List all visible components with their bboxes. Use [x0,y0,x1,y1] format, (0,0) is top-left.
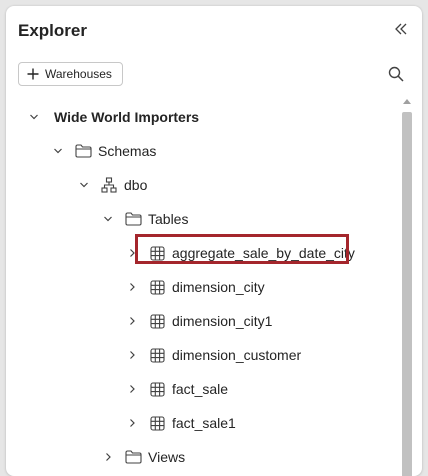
tree-item-label: dimension_city1 [172,313,273,329]
explorer-panel: Explorer Warehouses Wide World Importers [6,6,422,476]
plus-icon [27,68,39,80]
table-icon [148,278,166,296]
chevron-right-icon[interactable] [124,415,140,431]
tree-item-label: fact_sale1 [172,415,236,431]
panel-title: Explorer [18,21,87,40]
tree-item-label: dbo [124,177,148,193]
tree-item-label: Schemas [98,143,157,159]
chevron-down-icon[interactable] [26,109,42,125]
folder-icon [124,448,142,466]
chevron-right-icon[interactable] [124,279,140,295]
table-icon [148,244,166,262]
tree-item-table[interactable]: fact_sale [6,372,422,406]
tree-item-label: Views [148,449,186,465]
scroll-up-arrow-icon[interactable] [402,96,412,106]
folder-icon [74,142,92,160]
add-warehouses-label: Warehouses [45,67,112,81]
tree-item-schemas[interactable]: Schemas [6,134,422,168]
vertical-scrollbar[interactable] [400,94,414,476]
double-chevron-left-icon [395,23,407,35]
chevron-right-icon[interactable] [124,347,140,363]
chevron-right-icon[interactable] [124,245,140,261]
add-warehouses-button[interactable]: Warehouses [18,62,123,86]
chevron-right-icon[interactable] [100,449,116,465]
table-icon [148,414,166,432]
scrollbar-thumb[interactable] [402,112,412,476]
tree-item-label: Wide World Importers [54,109,200,125]
tree-item-table[interactable]: fact_sale1 [6,406,422,440]
chevron-down-icon[interactable] [50,143,66,159]
tree-item-table[interactable]: dimension_city1 [6,304,422,338]
tree-item-tables[interactable]: Tables [6,202,422,236]
tree-item-dbo[interactable]: dbo [6,168,422,202]
chevron-right-icon[interactable] [124,313,140,329]
search-icon [388,66,404,82]
tree-item-table[interactable]: dimension_city [6,270,422,304]
tree-item-table[interactable]: aggregate_sale_by_date_city [6,236,422,270]
tree-item-label: dimension_city [172,279,265,295]
folder-icon [124,210,142,228]
tree-item-views[interactable]: Views [6,440,422,474]
tree-item-root[interactable]: Wide World Importers [6,100,416,134]
table-icon [148,346,166,364]
tree-item-label: aggregate_sale_by_date_city [172,245,355,261]
collapse-panel-button[interactable] [390,18,412,40]
chevron-right-icon[interactable] [124,381,140,397]
chevron-down-icon[interactable] [76,177,92,193]
tree-item-label: Tables [148,211,189,227]
tree-item-table[interactable]: dimension_customer [6,338,422,372]
tree-item-label: dimension_customer [172,347,302,363]
table-icon [148,380,166,398]
search-button[interactable] [384,62,408,86]
table-icon [148,312,166,330]
tree-item-label: fact_sale [172,381,229,397]
schema-icon [100,176,118,194]
chevron-down-icon[interactable] [100,211,116,227]
